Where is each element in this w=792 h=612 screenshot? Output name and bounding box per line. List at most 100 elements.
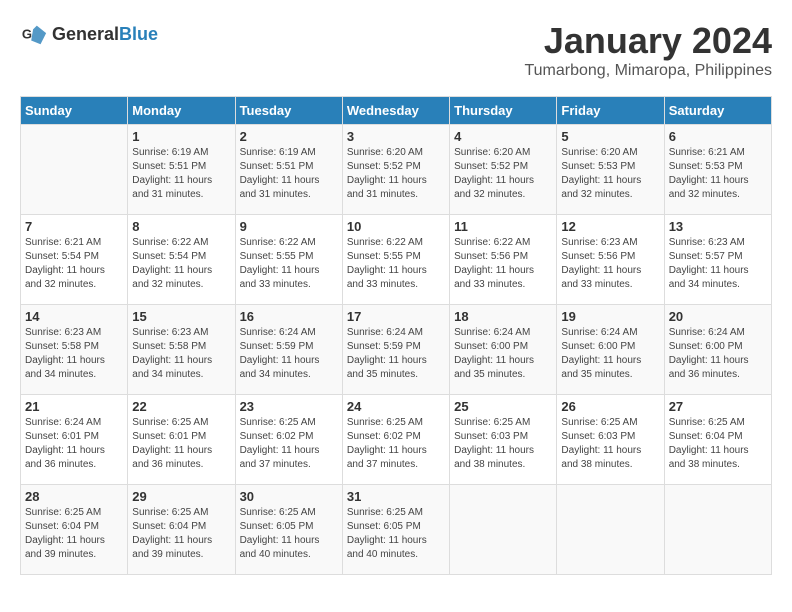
week-row-1: 7Sunrise: 6:21 AM Sunset: 5:54 PM Daylig…	[21, 215, 772, 305]
day-cell: 13Sunrise: 6:23 AM Sunset: 5:57 PM Dayli…	[664, 215, 771, 305]
day-info: Sunrise: 6:25 AM Sunset: 6:02 PM Dayligh…	[240, 416, 338, 472]
page-header: G GeneralBlue January 2024 Tumarbong, Mi…	[20, 20, 772, 80]
day-cell	[664, 485, 771, 575]
week-row-4: 28 Sunrise: 6:25 AM Sunset: 6:04 PM Dayli…	[21, 485, 772, 575]
day-number: 6	[669, 129, 767, 144]
day-number: 26	[561, 399, 659, 414]
day-cell: 2 Sunrise: 6:19 AM Sunset: 5:51 PM Daylig…	[235, 125, 342, 215]
day-number: 21	[25, 399, 123, 414]
day-number: 23	[240, 399, 338, 414]
day-number: 5	[561, 129, 659, 144]
day-number: 8	[132, 219, 230, 234]
day-info: Sunrise: 6:24 AM Sunset: 5:59 PM Dayligh…	[240, 326, 338, 382]
day-cell: 21 Sunrise: 6:24 AM Sunset: 6:01 PM Dayli…	[21, 395, 128, 485]
day-info: Sunrise: 6:23 AM Sunset: 5:56 PM Dayligh…	[561, 236, 659, 292]
day-cell: 22 Sunrise: 6:25 AM Sunset: 6:01 PM Dayli…	[128, 395, 235, 485]
day-cell: 31 Sunrise: 6:25 AM Sunset: 6:05 PM Dayli…	[342, 485, 449, 575]
day-cell: 17 Sunrise: 6:24 AM Sunset: 5:59 PM Dayli…	[342, 305, 449, 395]
day-cell: 6 Sunrise: 6:21 AM Sunset: 5:53 PM Daylig…	[664, 125, 771, 215]
day-info: Sunrise: 6:24 AM Sunset: 6:00 PM Dayligh…	[561, 326, 659, 382]
day-cell: 5 Sunrise: 6:20 AM Sunset: 5:53 PM Daylig…	[557, 125, 664, 215]
day-number: 17	[347, 309, 445, 324]
day-cell: 19 Sunrise: 6:24 AM Sunset: 6:00 PM Dayli…	[557, 305, 664, 395]
header-day-thursday: Thursday	[450, 97, 557, 125]
day-info: Sunrise: 6:22 AM Sunset: 5:54 PM Dayligh…	[132, 236, 230, 292]
day-cell: 1 Sunrise: 6:19 AM Sunset: 5:51 PM Daylig…	[128, 125, 235, 215]
day-cell: 10 Sunrise: 6:22 AM Sunset: 5:55 PM Dayli…	[342, 215, 449, 305]
location-title: Tumarbong, Mimaropa, Philippines	[524, 62, 772, 80]
day-info: Sunrise: 6:25 AM Sunset: 6:03 PM Dayligh…	[454, 416, 552, 472]
day-cell: 11Sunrise: 6:22 AM Sunset: 5:56 PM Dayli…	[450, 215, 557, 305]
header-day-wednesday: Wednesday	[342, 97, 449, 125]
day-number: 12	[561, 219, 659, 234]
day-info: Sunrise: 6:25 AM Sunset: 6:02 PM Dayligh…	[347, 416, 445, 472]
day-info: Sunrise: 6:19 AM Sunset: 5:51 PM Dayligh…	[240, 146, 338, 202]
day-number: 19	[561, 309, 659, 324]
day-info: Sunrise: 6:25 AM Sunset: 6:03 PM Dayligh…	[561, 416, 659, 472]
logo-text-blue: Blue	[119, 24, 158, 44]
header-day-tuesday: Tuesday	[235, 97, 342, 125]
day-number: 9	[240, 219, 338, 234]
day-number: 1	[132, 129, 230, 144]
calendar-header: SundayMondayTuesdayWednesdayThursdayFrid…	[21, 97, 772, 125]
day-number: 28	[25, 489, 123, 504]
day-number: 24	[347, 399, 445, 414]
day-number: 10	[347, 219, 445, 234]
day-info: Sunrise: 6:23 AM Sunset: 5:57 PM Dayligh…	[669, 236, 767, 292]
day-info: Sunrise: 6:25 AM Sunset: 6:05 PM Dayligh…	[347, 506, 445, 562]
day-number: 27	[669, 399, 767, 414]
day-number: 30	[240, 489, 338, 504]
day-number: 7	[25, 219, 123, 234]
day-number: 15	[132, 309, 230, 324]
week-row-3: 21 Sunrise: 6:24 AM Sunset: 6:01 PM Dayli…	[21, 395, 772, 485]
day-number: 25	[454, 399, 552, 414]
day-cell: 24 Sunrise: 6:25 AM Sunset: 6:02 PM Dayli…	[342, 395, 449, 485]
day-cell: 8 Sunrise: 6:22 AM Sunset: 5:54 PM Daylig…	[128, 215, 235, 305]
calendar-table: SundayMondayTuesdayWednesdayThursdayFrid…	[20, 96, 772, 575]
day-info: Sunrise: 6:25 AM Sunset: 6:05 PM Dayligh…	[240, 506, 338, 562]
day-number: 18	[454, 309, 552, 324]
day-cell: 27 Sunrise: 6:25 AM Sunset: 6:04 PM Dayli…	[664, 395, 771, 485]
day-cell: 3Sunrise: 6:20 AM Sunset: 5:52 PM Daylig…	[342, 125, 449, 215]
day-cell	[557, 485, 664, 575]
day-number: 14	[25, 309, 123, 324]
day-number: 22	[132, 399, 230, 414]
day-number: 4	[454, 129, 552, 144]
day-info: Sunrise: 6:24 AM Sunset: 5:59 PM Dayligh…	[347, 326, 445, 382]
day-cell	[21, 125, 128, 215]
day-cell: 4Sunrise: 6:20 AM Sunset: 5:52 PM Daylig…	[450, 125, 557, 215]
day-cell: 18 Sunrise: 6:24 AM Sunset: 6:00 PM Dayli…	[450, 305, 557, 395]
day-cell: 25 Sunrise: 6:25 AM Sunset: 6:03 PM Dayli…	[450, 395, 557, 485]
day-info: Sunrise: 6:25 AM Sunset: 6:04 PM Dayligh…	[669, 416, 767, 472]
day-cell: 14Sunrise: 6:23 AM Sunset: 5:58 PM Dayli…	[21, 305, 128, 395]
day-info: Sunrise: 6:20 AM Sunset: 5:53 PM Dayligh…	[561, 146, 659, 202]
day-info: Sunrise: 6:24 AM Sunset: 6:01 PM Dayligh…	[25, 416, 123, 472]
day-cell: 7Sunrise: 6:21 AM Sunset: 5:54 PM Daylig…	[21, 215, 128, 305]
day-cell: 12 Sunrise: 6:23 AM Sunset: 5:56 PM Dayli…	[557, 215, 664, 305]
day-info: Sunrise: 6:24 AM Sunset: 6:00 PM Dayligh…	[669, 326, 767, 382]
day-info: Sunrise: 6:21 AM Sunset: 5:53 PM Dayligh…	[669, 146, 767, 202]
day-cell: 26 Sunrise: 6:25 AM Sunset: 6:03 PM Dayli…	[557, 395, 664, 485]
day-cell: 30 Sunrise: 6:25 AM Sunset: 6:05 PM Dayli…	[235, 485, 342, 575]
day-info: Sunrise: 6:19 AM Sunset: 5:51 PM Dayligh…	[132, 146, 230, 202]
week-row-0: 1 Sunrise: 6:19 AM Sunset: 5:51 PM Daylig…	[21, 125, 772, 215]
day-number: 31	[347, 489, 445, 504]
header-day-friday: Friday	[557, 97, 664, 125]
day-number: 3	[347, 129, 445, 144]
day-cell: 28Sunrise: 6:25 AM Sunset: 6:04 PM Dayli…	[21, 485, 128, 575]
day-info: Sunrise: 6:24 AM Sunset: 6:00 PM Dayligh…	[454, 326, 552, 382]
logo-text-general: General	[52, 24, 119, 44]
day-info: Sunrise: 6:23 AM Sunset: 5:58 PM Dayligh…	[132, 326, 230, 382]
day-number: 2	[240, 129, 338, 144]
day-cell: 16Sunrise: 6:24 AM Sunset: 5:59 PM Dayli…	[235, 305, 342, 395]
day-info: Sunrise: 6:25 AM Sunset: 6:04 PM Dayligh…	[132, 506, 230, 562]
logo-icon: G	[20, 20, 48, 48]
day-cell: 9Sunrise: 6:22 AM Sunset: 5:55 PM Daylig…	[235, 215, 342, 305]
svg-text:G: G	[22, 27, 32, 42]
day-info: Sunrise: 6:22 AM Sunset: 5:55 PM Dayligh…	[347, 236, 445, 292]
day-info: Sunrise: 6:25 AM Sunset: 6:01 PM Dayligh…	[132, 416, 230, 472]
day-number: 11	[454, 219, 552, 234]
week-row-2: 14 Sunrise: 6:23 AM Sunset: 5:58 PM Dayli…	[21, 305, 772, 395]
logo: G GeneralBlue	[20, 20, 158, 48]
day-cell: 15 Sunrise: 6:23 AM Sunset: 5:58 PM Dayli…	[128, 305, 235, 395]
